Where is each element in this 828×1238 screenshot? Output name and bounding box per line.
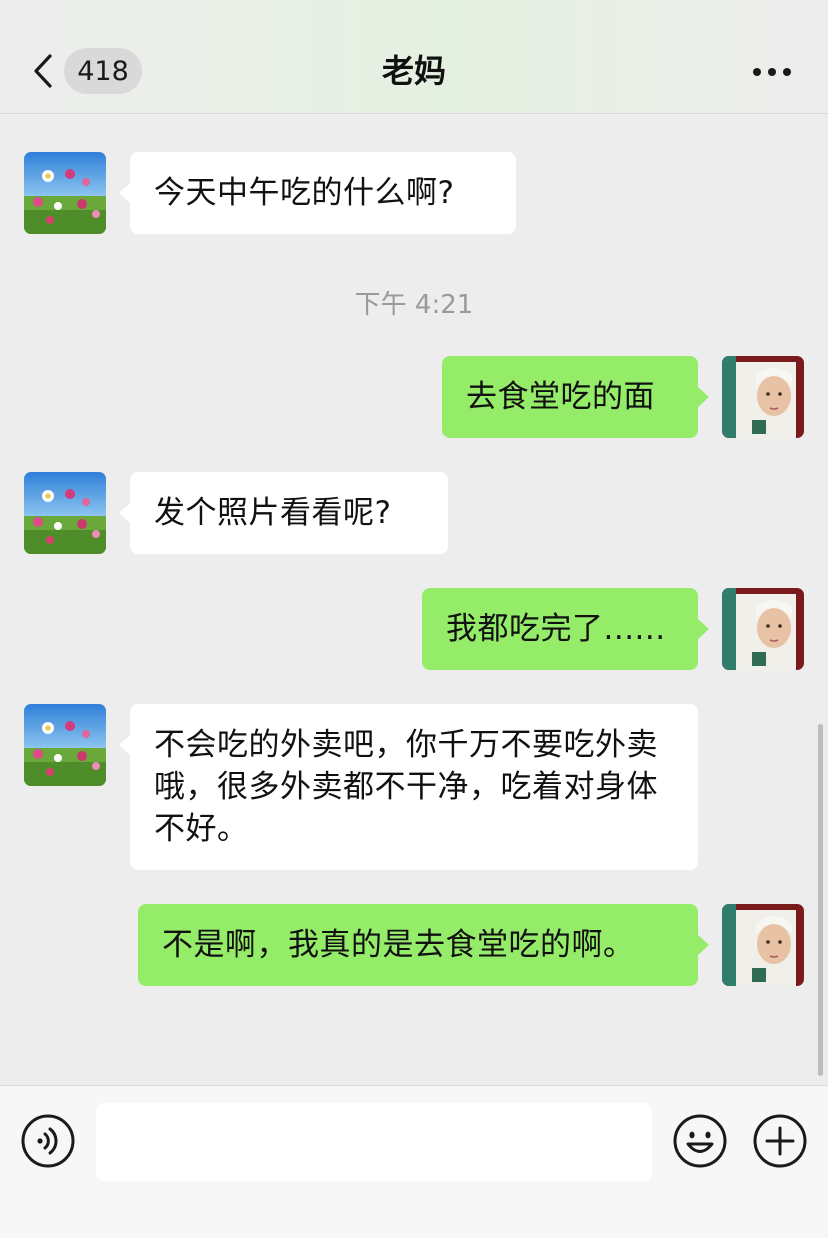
outgoing-message[interactable]: 我都吃完了......: [422, 588, 709, 670]
voice-icon: [21, 1114, 75, 1168]
message-input[interactable]: [96, 1103, 652, 1181]
contact-avatar[interactable]: [24, 152, 106, 234]
incoming-message[interactable]: 今天中午吃的什么啊?: [119, 152, 516, 234]
contact-avatar[interactable]: [24, 472, 106, 554]
unread-count-badge[interactable]: 418: [64, 48, 142, 94]
user-avatar[interactable]: [722, 904, 804, 986]
outgoing-message[interactable]: 去食堂吃的面: [442, 356, 709, 438]
more-dots-icon: [753, 68, 791, 76]
emoji-icon: [673, 1114, 727, 1168]
incoming-message[interactable]: 不会吃的外卖吧，你千万不要吃外卖哦，很多外卖都不干净，吃着对身体不好。: [119, 704, 698, 870]
plus-icon: [753, 1114, 807, 1168]
more-button[interactable]: [748, 52, 796, 92]
user-avatar[interactable]: [722, 356, 804, 438]
back-button[interactable]: [28, 48, 58, 94]
incoming-message[interactable]: 发个照片看看呢?: [119, 472, 448, 554]
voice-button[interactable]: [20, 1113, 76, 1169]
user-avatar[interactable]: [722, 588, 804, 670]
chat-header: 418 老妈: [0, 0, 828, 114]
scrollbar[interactable]: [818, 724, 823, 1076]
contact-avatar[interactable]: [24, 704, 106, 786]
emoji-button[interactable]: [672, 1113, 728, 1169]
input-bar: [0, 1085, 828, 1238]
message-timestamp: 下午 4:21: [354, 290, 474, 320]
chevron-left-icon: [34, 54, 52, 88]
outgoing-message[interactable]: 不是啊，我真的是去食堂吃的啊。: [138, 904, 709, 986]
plus-button[interactable]: [752, 1113, 808, 1169]
